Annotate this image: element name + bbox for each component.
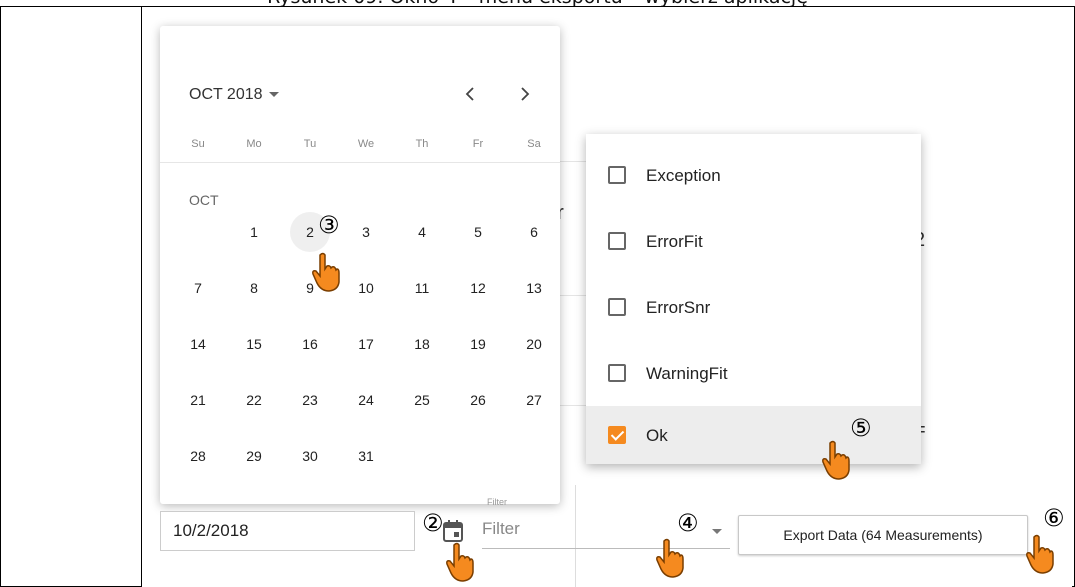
calendar-day[interactable]: 21 xyxy=(178,380,218,420)
calendar-day[interactable]: 31 xyxy=(346,436,386,476)
date-picker-popup: OCT 2018 Su Mo Tu We Th Fr Sa OCT 1 2 3 4 5 6 7 8 9 10 1… xyxy=(160,26,560,504)
previous-month-button[interactable] xyxy=(463,84,477,110)
calendar-day[interactable]: 6 xyxy=(514,212,554,252)
weekday-label: Sa xyxy=(527,138,541,150)
checkbox[interactable] xyxy=(608,298,626,316)
hand-pointer-icon xyxy=(1026,534,1054,574)
hand-pointer-icon xyxy=(656,538,684,578)
calendar-day[interactable]: 23 xyxy=(290,380,330,420)
calendar-day[interactable]: 12 xyxy=(458,268,498,308)
calendar-day[interactable]: 10 xyxy=(346,268,386,308)
calendar-day[interactable]: 18 xyxy=(402,324,442,364)
chevron-right-icon xyxy=(521,87,530,101)
hand-pointer-icon xyxy=(446,542,474,582)
option-exception[interactable]: Exception xyxy=(586,146,921,204)
calendar-icon xyxy=(443,520,463,542)
option-errorsnr[interactable]: ErrorSnr xyxy=(586,278,921,336)
calendar-day[interactable]: 17 xyxy=(346,324,386,364)
calendar-day[interactable]: 15 xyxy=(234,324,274,364)
option-label: ErrorFit xyxy=(646,232,703,251)
calendar-day[interactable]: 11 xyxy=(402,268,442,308)
weekday-label: Tu xyxy=(303,138,317,150)
checkbox[interactable] xyxy=(608,166,626,184)
filter-floating-label: Filter xyxy=(487,497,507,507)
hand-pointer-icon xyxy=(822,440,850,480)
weekday-label: Mo xyxy=(246,138,262,150)
weekday-label: Th xyxy=(415,138,429,150)
calendar-day[interactable]: 30 xyxy=(290,436,330,476)
option-label: WarningFit xyxy=(646,364,728,383)
hand-pointer-icon xyxy=(312,252,340,292)
step-marker-3: ③ xyxy=(318,211,340,239)
filter-dropdown-caret-icon[interactable] xyxy=(712,529,722,534)
month-year-selector[interactable]: OCT 2018 xyxy=(189,86,279,104)
step-marker-4: ④ xyxy=(677,509,699,537)
checkbox-checked[interactable] xyxy=(608,426,626,444)
calendar-day[interactable]: 28 xyxy=(178,436,218,476)
calendar-day[interactable]: 16 xyxy=(290,324,330,364)
option-errorfit[interactable]: ErrorFit xyxy=(586,212,921,270)
step-marker-5: ⑤ xyxy=(850,414,872,442)
calendar-day[interactable]: 5 xyxy=(458,212,498,252)
step-marker-6: ⑥ xyxy=(1043,504,1065,532)
calendar-day[interactable]: 7 xyxy=(178,268,218,308)
calendar-day[interactable]: 22 xyxy=(234,380,274,420)
calendar-day[interactable]: 8 xyxy=(234,268,274,308)
weekday-label: Fr xyxy=(472,138,484,150)
dropdown-caret-icon xyxy=(268,92,279,98)
calendar-day[interactable]: 20 xyxy=(514,324,554,364)
calendar-button[interactable] xyxy=(443,520,463,542)
option-label: Ok xyxy=(646,426,668,445)
app-screenshot: e er ( 2 = OCT 2018 SuMoTuWeThFrSa OCT 1… xyxy=(142,7,1072,587)
chevron-left-icon xyxy=(465,87,474,101)
checkbox[interactable] xyxy=(608,364,626,382)
option-label: ErrorSnr xyxy=(646,298,711,317)
weekday-label: Su xyxy=(191,138,205,150)
step-marker-2: ② xyxy=(422,509,444,537)
calendar-day[interactable]: 13 xyxy=(514,268,554,308)
month-year-label: OCT 2018 xyxy=(189,86,263,103)
export-data-button[interactable]: Export Data (64 Measurements) xyxy=(738,515,1028,555)
calendar-day[interactable]: 29 xyxy=(234,436,274,476)
calendar-day[interactable]: 4 xyxy=(402,212,442,252)
calendar-day[interactable]: 27 xyxy=(514,380,554,420)
calendar-day[interactable]: 19 xyxy=(458,324,498,364)
picker-separator xyxy=(160,162,560,163)
option-label: Exception xyxy=(646,166,721,185)
weekday-label: We xyxy=(357,138,375,150)
calendar-day[interactable]: 26 xyxy=(458,380,498,420)
next-month-button[interactable] xyxy=(518,84,532,110)
calendar-day[interactable]: 25 xyxy=(402,380,442,420)
calendar-day[interactable]: 3 xyxy=(346,212,386,252)
calendar-day[interactable]: 24 xyxy=(346,380,386,420)
checkbox[interactable] xyxy=(608,232,626,250)
month-section-label: OCT xyxy=(189,192,219,208)
calendar-day[interactable]: 14 xyxy=(178,324,218,364)
option-warningfit[interactable]: WarningFit xyxy=(586,344,921,402)
date-input[interactable] xyxy=(160,511,415,551)
calendar-day[interactable]: 1 xyxy=(234,212,274,252)
